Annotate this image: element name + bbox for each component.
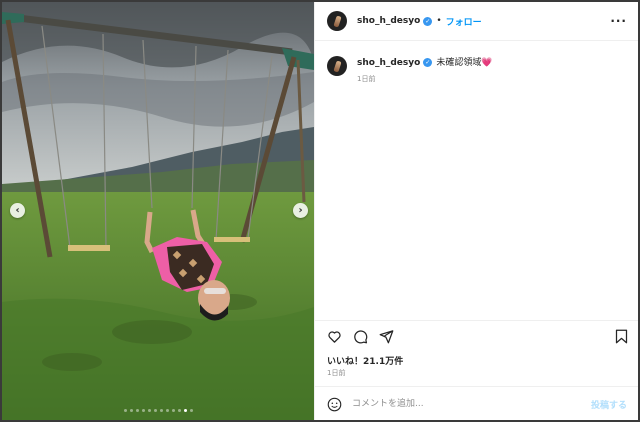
- heart-emoji: 💗: [481, 58, 493, 68]
- chevron-right-icon: ›: [298, 204, 303, 216]
- chevron-left-icon: ‹: [15, 204, 20, 216]
- header-user: sho_h_desyo ✓ • フォロー: [357, 15, 482, 28]
- post-image[interactable]: ‹ ›: [2, 2, 314, 420]
- carousel-dot: [135, 409, 139, 412]
- emoji-icon[interactable]: [327, 397, 342, 412]
- carousel-dot: [159, 409, 163, 412]
- share-icon[interactable]: [379, 329, 394, 344]
- heart-icon[interactable]: [327, 329, 342, 344]
- bookmark-icon[interactable]: [615, 329, 628, 344]
- carousel-dot: [123, 409, 127, 412]
- comment-input[interactable]: [350, 398, 574, 410]
- carousel-dot: [183, 409, 187, 412]
- carousel-dot: [147, 409, 151, 412]
- post-header: sho_h_desyo ✓ • フォロー ···: [315, 2, 638, 41]
- carousel-indicator: [2, 409, 314, 412]
- like-count[interactable]: いいね！21.1万件: [327, 354, 403, 367]
- carousel-dot: [141, 409, 145, 412]
- caption-text: 未確認領域: [436, 58, 482, 68]
- username-link[interactable]: sho_h_desyo: [357, 16, 420, 26]
- avatar[interactable]: [327, 11, 347, 31]
- caption-avatar[interactable]: [327, 56, 347, 76]
- post-modal: ‹ › sho_h_desyo ✓ • フォロー ··· sho_h_desyo…: [2, 2, 638, 420]
- post-side-panel: sho_h_desyo ✓ • フォロー ··· sho_h_desyo ✓ 未確認…: [314, 2, 638, 420]
- swing-photo: [2, 2, 314, 420]
- carousel-dot: [129, 409, 133, 412]
- action-bar: [315, 320, 638, 351]
- post-timestamp[interactable]: 1日前: [327, 368, 345, 378]
- carousel-dot: [171, 409, 175, 412]
- verified-badge-icon: ✓: [423, 16, 433, 26]
- post-comment-button[interactable]: 投稿する: [591, 398, 627, 411]
- caption-username[interactable]: sho_h_desyo: [357, 58, 420, 68]
- carousel-dot: [189, 409, 193, 412]
- follow-button[interactable]: フォロー: [446, 15, 482, 28]
- carousel-dot: [153, 409, 157, 412]
- caption: sho_h_desyo ✓ 未確認領域💗 1日前: [327, 56, 493, 84]
- comment-bar: 投稿する: [315, 386, 638, 420]
- caption-timestamp[interactable]: 1日前: [357, 74, 493, 84]
- carousel-dot: [165, 409, 169, 412]
- carousel-next-button[interactable]: ›: [293, 203, 308, 218]
- carousel-dot: [177, 409, 181, 412]
- separator: •: [436, 16, 442, 26]
- comment-icon[interactable]: [353, 329, 368, 344]
- more-options-icon[interactable]: ···: [610, 14, 627, 28]
- caption-content: sho_h_desyo ✓ 未確認領域💗 1日前: [357, 56, 493, 84]
- carousel-prev-button[interactable]: ‹: [10, 203, 25, 218]
- verified-badge-icon: ✓: [423, 58, 433, 67]
